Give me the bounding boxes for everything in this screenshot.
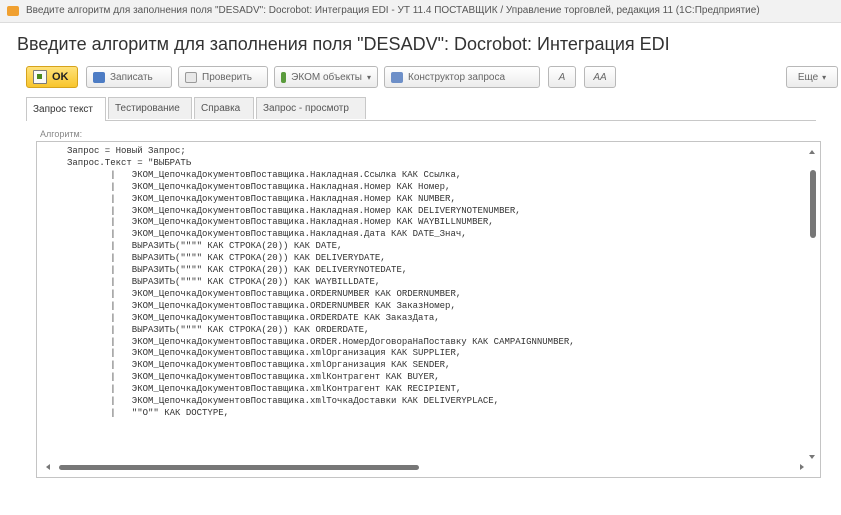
window-title: Введите алгоритм для заполнения поля "DE… <box>26 5 760 16</box>
page-title: Введите алгоритм для заполнения поля "DE… <box>17 34 670 54</box>
tab-testing[interactable]: Тестирование <box>108 97 192 119</box>
font-aa-label: AA <box>593 71 607 83</box>
ok-button[interactable]: OK <box>26 66 78 88</box>
tab-help-label: Справка <box>201 103 241 114</box>
scroll-left-icon[interactable] <box>46 464 50 470</box>
chevron-down-icon: ▾ <box>822 72 827 82</box>
scroll-down-icon[interactable] <box>809 455 815 459</box>
algorithm-label: Алгоритм: <box>40 129 83 139</box>
horizontal-scroll-thumb[interactable] <box>59 465 419 470</box>
save-label: Записать <box>110 71 153 83</box>
ok-icon <box>33 70 47 84</box>
more-button[interactable]: Еще ▾ <box>786 66 838 88</box>
tab-query-preview[interactable]: Запрос - просмотр <box>256 97 366 119</box>
window-titlebar: Введите алгоритм для заполнения поля "DE… <box>0 0 841 23</box>
horizontal-scrollbar[interactable] <box>45 462 805 472</box>
check-label: Проверить <box>202 71 253 83</box>
check-document-icon <box>185 71 197 83</box>
code-text[interactable]: Запрос = Новый Запрос; Запрос.Текст = "В… <box>67 146 575 420</box>
objects-icon <box>281 71 287 83</box>
query-builder-label: Конструктор запроса <box>408 71 506 83</box>
ecom-objects-dropdown[interactable]: ЭКОМ объекты ▾ <box>274 66 378 88</box>
font-aa-button[interactable]: AA <box>584 66 616 88</box>
app-icon[interactable] <box>7 6 19 16</box>
query-builder-button[interactable]: Конструктор запроса <box>384 66 540 88</box>
tab-testing-label: Тестирование <box>115 103 180 114</box>
save-button[interactable]: Записать <box>86 66 172 88</box>
ok-label: OK <box>52 71 69 83</box>
ecom-objects-label: ЭКОМ объекты <box>291 71 362 83</box>
code-editor[interactable]: Запрос = Новый Запрос; Запрос.Текст = "В… <box>36 141 821 478</box>
vertical-scrollbar[interactable] <box>808 148 818 461</box>
tab-help[interactable]: Справка <box>194 97 254 119</box>
tab-bar: Запрос текст Тестирование Справка Запрос… <box>26 97 816 121</box>
scroll-up-icon[interactable] <box>809 150 815 154</box>
scroll-right-icon[interactable] <box>800 464 804 470</box>
floppy-disk-icon <box>93 71 105 83</box>
font-a-label: A <box>558 71 566 83</box>
check-button[interactable]: Проверить <box>178 66 268 88</box>
font-a-button[interactable]: A <box>548 66 576 88</box>
query-builder-icon <box>391 71 403 83</box>
chevron-down-icon: ▾ <box>366 72 371 82</box>
tab-query-text[interactable]: Запрос текст <box>26 97 106 121</box>
toolbar: OK Записать Проверить ЭКОМ объекты ▾ Кон… <box>26 66 841 90</box>
tab-query-preview-label: Запрос - просмотр <box>263 103 349 114</box>
more-label: Еще <box>797 71 819 83</box>
tab-query-text-label: Запрос текст <box>33 104 94 115</box>
vertical-scroll-thumb[interactable] <box>810 170 816 238</box>
